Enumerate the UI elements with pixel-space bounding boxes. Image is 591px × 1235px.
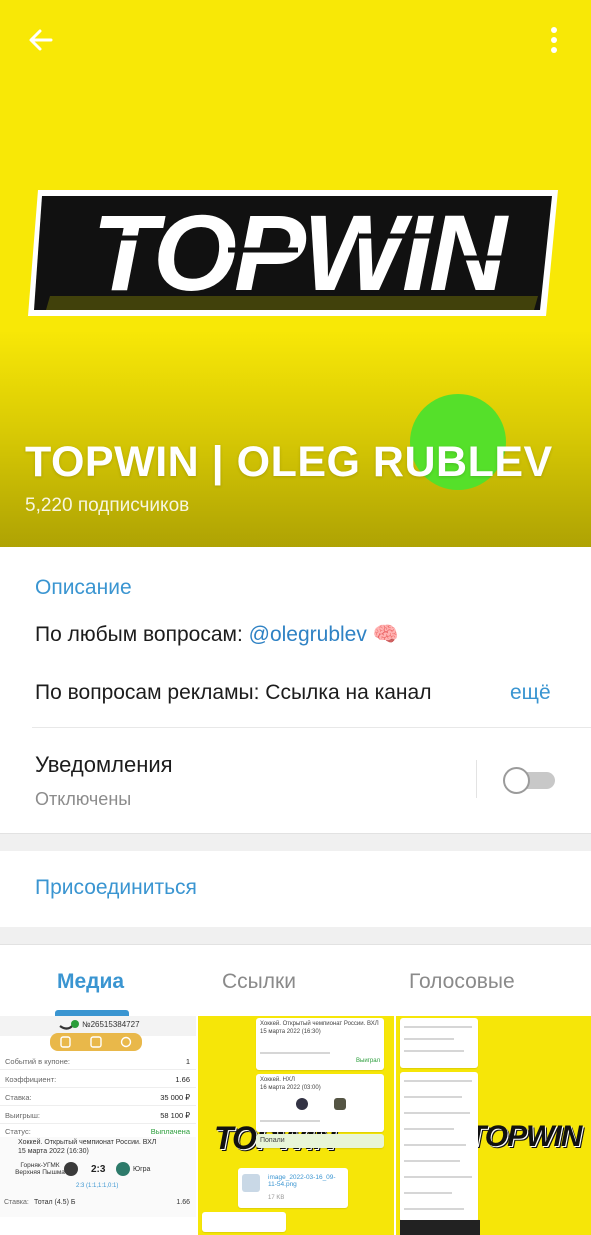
tab-voice[interactable]: Голосовые bbox=[409, 970, 515, 994]
channel-cover: TOPWIN TOPWIN | OLEG RUBLEV 5,220 подпис… bbox=[0, 0, 591, 547]
chat-message-hit: Попали bbox=[256, 1134, 384, 1148]
receipt-number: №26515384727 bbox=[82, 1020, 140, 1029]
receipt-event: Хоккей. Открытый чемпионат России. ВХЛ 1… bbox=[0, 1137, 196, 1217]
receipt-row: Коэффициент: 1.66 bbox=[0, 1070, 196, 1088]
receipt-row: Ставка: 35 000 ₽ bbox=[0, 1088, 196, 1106]
phone-bar bbox=[400, 1220, 480, 1235]
topwin-logo: TOPWIN bbox=[28, 178, 568, 328]
shared-media-tabs: Медиа Ссылки Голосовые bbox=[0, 946, 591, 1016]
result-card bbox=[400, 1072, 478, 1222]
event-league: Хоккей. Открытый чемпионат России. ВХЛ bbox=[18, 1139, 157, 1146]
bet-value: Тотал (4.5) Б bbox=[34, 1199, 76, 1206]
away-team-logo-icon bbox=[116, 1162, 130, 1176]
text-fade bbox=[458, 676, 504, 710]
media-thumbnail-receipt[interactable]: №26515384727 Событий в купоне: 1 Коэффици… bbox=[0, 1016, 196, 1235]
divider-vertical bbox=[476, 760, 477, 798]
more-menu-button[interactable] bbox=[534, 20, 574, 60]
notifications-label[interactable]: Уведомления bbox=[35, 752, 173, 778]
receipt-actions bbox=[50, 1033, 142, 1051]
logo-text: TOPWIN bbox=[92, 192, 509, 313]
event-date: 15 марта 2022 (16:30) bbox=[18, 1148, 89, 1155]
subscriber-count: 5,220 подписчиков bbox=[25, 495, 190, 516]
channel-title: TOPWIN | OLEG RUBLEV bbox=[25, 438, 553, 486]
back-button[interactable] bbox=[18, 20, 64, 60]
chat-message: Хоккей. Открытый чемпионат России. ВХЛ 1… bbox=[256, 1018, 384, 1070]
chat-message bbox=[202, 1212, 286, 1232]
media-thumbnail-chat[interactable]: TOPWIN Хоккей. Открытый чемпионат России… bbox=[198, 1016, 394, 1235]
mini-logo: TOPWIN bbox=[468, 1120, 582, 1153]
divider bbox=[32, 727, 591, 728]
home-team: Горняк-УГМК Верхняя Пышма bbox=[15, 1162, 65, 1176]
bet-label: Ставка: bbox=[4, 1199, 29, 1206]
contact-link[interactable]: @olegrublev bbox=[249, 623, 367, 646]
media-thumbnail-results[interactable]: TOPWIN bbox=[396, 1016, 591, 1235]
event-score: 2:3 bbox=[91, 1164, 106, 1175]
receipt-row: Событий в купоне: 1 bbox=[0, 1052, 196, 1070]
description-text: По любым вопросам: bbox=[35, 623, 249, 646]
more-vertical-icon bbox=[551, 27, 557, 53]
toggle-knob bbox=[503, 767, 530, 794]
section-gap bbox=[0, 927, 591, 945]
notifications-toggle[interactable] bbox=[503, 767, 555, 794]
description-label: Описание bbox=[35, 576, 132, 599]
description-line-questions: По любым вопросам: @olegrublev 🧠 bbox=[35, 623, 399, 647]
show-more-link[interactable]: ещё bbox=[510, 681, 551, 705]
file-message: image_2022-03-16_09-11-54.png 17 KB bbox=[238, 1168, 348, 1208]
media-grid: №26515384727 Событий в купоне: 1 Коэффици… bbox=[0, 1016, 591, 1235]
away-team: Югра bbox=[133, 1166, 151, 1173]
chat-message: Хоккей. НХЛ 16 марта 2022 (03:00) bbox=[256, 1074, 384, 1132]
home-team-logo-icon bbox=[64, 1162, 78, 1176]
join-button[interactable]: Присоединиться bbox=[35, 876, 197, 900]
arrow-left-icon bbox=[29, 29, 53, 51]
brain-emoji-icon: 🧠 bbox=[372, 623, 399, 646]
check-icon bbox=[59, 1020, 79, 1030]
tab-media[interactable]: Медиа bbox=[57, 970, 124, 994]
tab-links[interactable]: Ссылки bbox=[222, 970, 296, 994]
result-card bbox=[400, 1018, 478, 1068]
event-periods: 2:3 (1:1,1:1,0:1) bbox=[76, 1183, 119, 1189]
description-line-ads: По вопросам рекламы: Ссылка на канал bbox=[35, 681, 432, 704]
bet-odds: 1.66 bbox=[176, 1199, 190, 1206]
notifications-status: Отключены bbox=[35, 789, 132, 809]
section-gap bbox=[0, 833, 591, 851]
